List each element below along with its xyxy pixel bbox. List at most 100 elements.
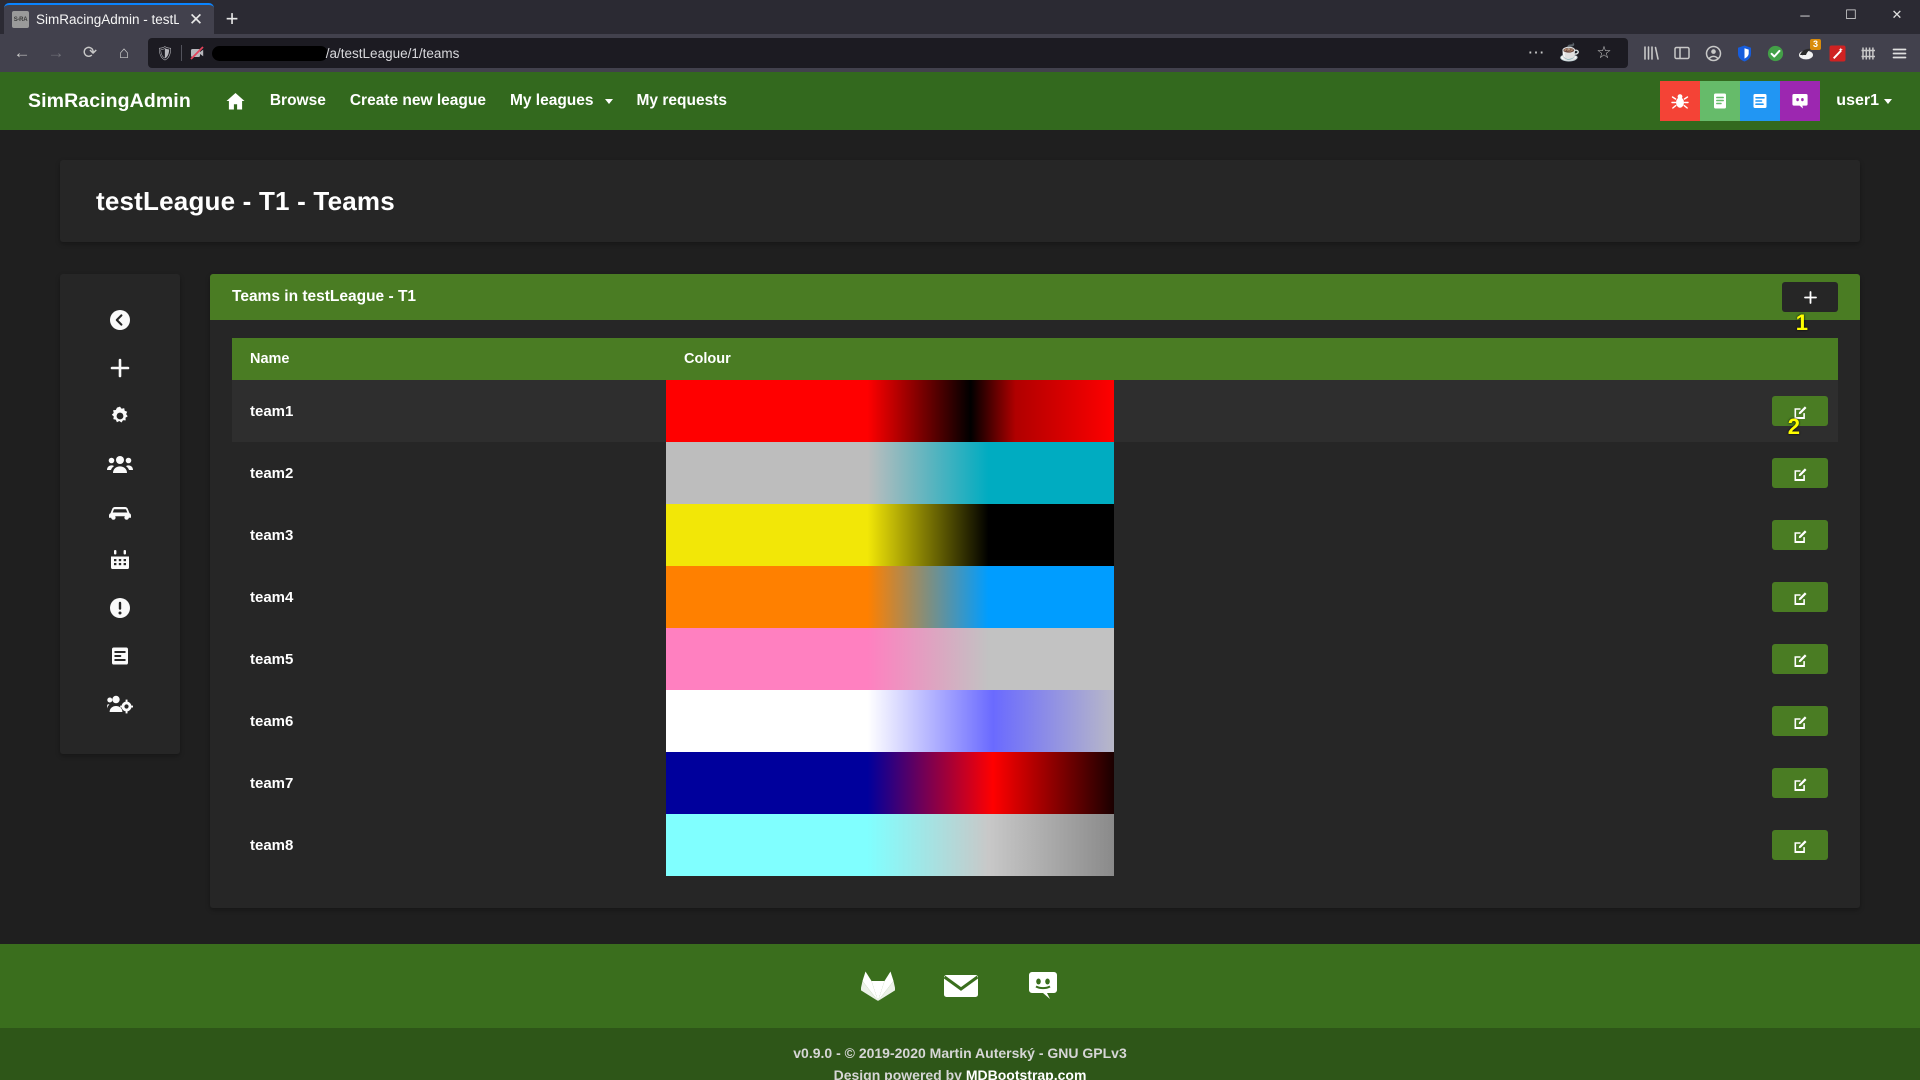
sidebar-item-cars[interactable]	[60, 488, 180, 536]
bitwarden-shield-icon[interactable]	[1729, 38, 1759, 68]
team-colour-swatch	[666, 690, 1114, 752]
window-minimize-button[interactable]: ─	[1782, 0, 1828, 30]
browser-nav-bar: ← → ⟳ ⌂ 🛡 /a/testLeague/1/teams ⋯ ☕ ☆ 3	[0, 34, 1920, 72]
shield-icon[interactable]: 🛡	[156, 46, 174, 60]
team-colour-cell	[666, 504, 1678, 566]
table-row[interactable]: team4	[232, 566, 1838, 628]
tab-close-icon[interactable]: ✕	[186, 11, 206, 28]
discord-button[interactable]	[1780, 81, 1821, 121]
team-actions-cell	[1678, 442, 1838, 504]
calendar-icon	[111, 550, 129, 569]
sidebar-item-drivers[interactable]	[60, 440, 180, 488]
sidebar-item-add[interactable]	[60, 344, 180, 392]
brand-logo[interactable]: SimRacingAdmin	[28, 90, 191, 113]
nav-link-my-requests[interactable]: My requests	[625, 92, 739, 110]
nav-link-create-new-league[interactable]: Create new league	[338, 92, 498, 110]
extension-badge-count: 3	[1809, 39, 1821, 50]
nav-home-link[interactable]	[213, 91, 258, 112]
team-actions-cell	[1678, 752, 1838, 814]
sidebar-item-settings[interactable]	[60, 392, 180, 440]
window-maximize-button[interactable]: ☐	[1828, 0, 1874, 30]
grid-extension-icon[interactable]	[1853, 38, 1883, 68]
account-icon[interactable]	[1698, 38, 1728, 68]
pocket-icon[interactable]: ☕	[1554, 38, 1586, 68]
team-colour-swatch	[666, 628, 1114, 690]
app-menu-icon[interactable]	[1884, 38, 1914, 68]
tab-strip: S-RA SimRacingAdmin - testLeague ✕ +	[0, 0, 1782, 34]
browser-toolbar-extensions: 3	[1636, 38, 1914, 68]
team-colour-swatch	[666, 752, 1114, 814]
report-bug-button[interactable]	[1660, 81, 1701, 121]
user-menu-label: user1	[1836, 92, 1879, 109]
home-icon[interactable]: ⌂	[108, 38, 140, 68]
table-row[interactable]: team1 2	[232, 380, 1838, 442]
team-colour-cell	[666, 690, 1678, 752]
footer-design-prefix: Design powered by	[833, 1067, 966, 1080]
table-row[interactable]: team6	[232, 690, 1838, 752]
table-row[interactable]: team2	[232, 442, 1838, 504]
sidebar-item-back[interactable]	[60, 296, 180, 344]
navbar-right-actions: user1	[1660, 81, 1892, 121]
teams-table: Name Colour team1 2 team2 team3 team4 team5 te…	[232, 338, 1838, 876]
magic-wand-icon[interactable]	[1822, 38, 1852, 68]
team-name-cell: team2	[250, 464, 294, 482]
library-icon[interactable]	[1636, 38, 1666, 68]
team-colour-cell	[666, 566, 1678, 628]
annotation-marker-1: 1	[1795, 310, 1808, 335]
edit-team-button[interactable]	[1772, 706, 1828, 736]
league-sidebar	[60, 274, 180, 754]
page-body: testLeague - T1 - Teams Teams in testLea…	[0, 130, 1920, 908]
gitlab-icon[interactable]	[861, 970, 895, 1002]
new-tab-button[interactable]: +	[214, 3, 250, 34]
edit-team-button[interactable]	[1772, 582, 1828, 612]
edit-pencil-icon	[1794, 529, 1806, 543]
add-team-button[interactable]	[1782, 282, 1838, 312]
sidebar-item-penalties[interactable]	[60, 584, 180, 632]
edit-team-button[interactable]	[1772, 830, 1828, 860]
back-arrow-icon[interactable]: ←	[6, 38, 38, 68]
car-icon	[109, 507, 131, 520]
tab-title: SimRacingAdmin - testLeague	[36, 12, 179, 27]
docs-button[interactable]	[1740, 81, 1781, 121]
footer-design-link[interactable]: MDBootstrap.com	[966, 1067, 1087, 1080]
changelog-button[interactable]	[1700, 81, 1741, 121]
browser-tab[interactable]: S-RA SimRacingAdmin - testLeague ✕	[4, 3, 214, 34]
reload-icon[interactable]: ⟳	[74, 38, 106, 68]
sidebar-item-calendar[interactable]	[60, 536, 180, 584]
url-path: /a/testLeague/1/teams	[325, 45, 460, 61]
nav-link-my-leagues[interactable]: My leagues	[498, 92, 625, 110]
url-divider	[180, 45, 182, 61]
nav-link-browse[interactable]: Browse	[258, 92, 338, 110]
camera-blocked-icon[interactable]	[189, 45, 205, 61]
sidebar-item-teams[interactable]	[60, 680, 180, 728]
edit-team-button[interactable]	[1772, 520, 1828, 550]
email-icon[interactable]	[943, 972, 979, 1000]
back-circle-icon	[110, 310, 130, 330]
edit-team-button[interactable]	[1772, 768, 1828, 798]
table-row[interactable]: team3	[232, 504, 1838, 566]
forward-arrow-icon[interactable]: →	[40, 38, 72, 68]
team-colour-swatch	[666, 442, 1114, 504]
privacy-badger-icon[interactable]	[1760, 38, 1790, 68]
table-row[interactable]: team5	[232, 628, 1838, 690]
discord-icon[interactable]	[1027, 970, 1059, 1002]
chevron-down-icon	[1884, 98, 1892, 104]
footer-bottom-bar: v0.9.0 - © 2019-2020 Martin Auterský - G…	[0, 1028, 1920, 1080]
footer-social-icons	[0, 970, 1920, 1028]
edit-team-button[interactable]	[1772, 458, 1828, 488]
column-header-actions	[1678, 338, 1838, 380]
edit-team-button[interactable]	[1772, 644, 1828, 674]
edit-team-button[interactable]	[1772, 396, 1828, 426]
sidebar-icon[interactable]	[1667, 38, 1697, 68]
table-row[interactable]: team8	[232, 814, 1838, 876]
sidebar-item-results[interactable]	[60, 632, 180, 680]
url-bar[interactable]: 🛡 /a/testLeague/1/teams ⋯ ☕ ☆	[148, 38, 1628, 68]
url-bar-actions: ⋯ ☕ ☆	[1520, 38, 1620, 68]
window-close-button[interactable]: ✕	[1874, 0, 1920, 30]
user-menu[interactable]: user1	[1836, 92, 1892, 110]
ellipsis-icon[interactable]: ⋯	[1520, 38, 1552, 68]
skunk-extension-icon[interactable]: 3	[1791, 38, 1821, 68]
table-row[interactable]: team7	[232, 752, 1838, 814]
team-actions-cell	[1678, 690, 1838, 752]
star-icon[interactable]: ☆	[1588, 38, 1620, 68]
